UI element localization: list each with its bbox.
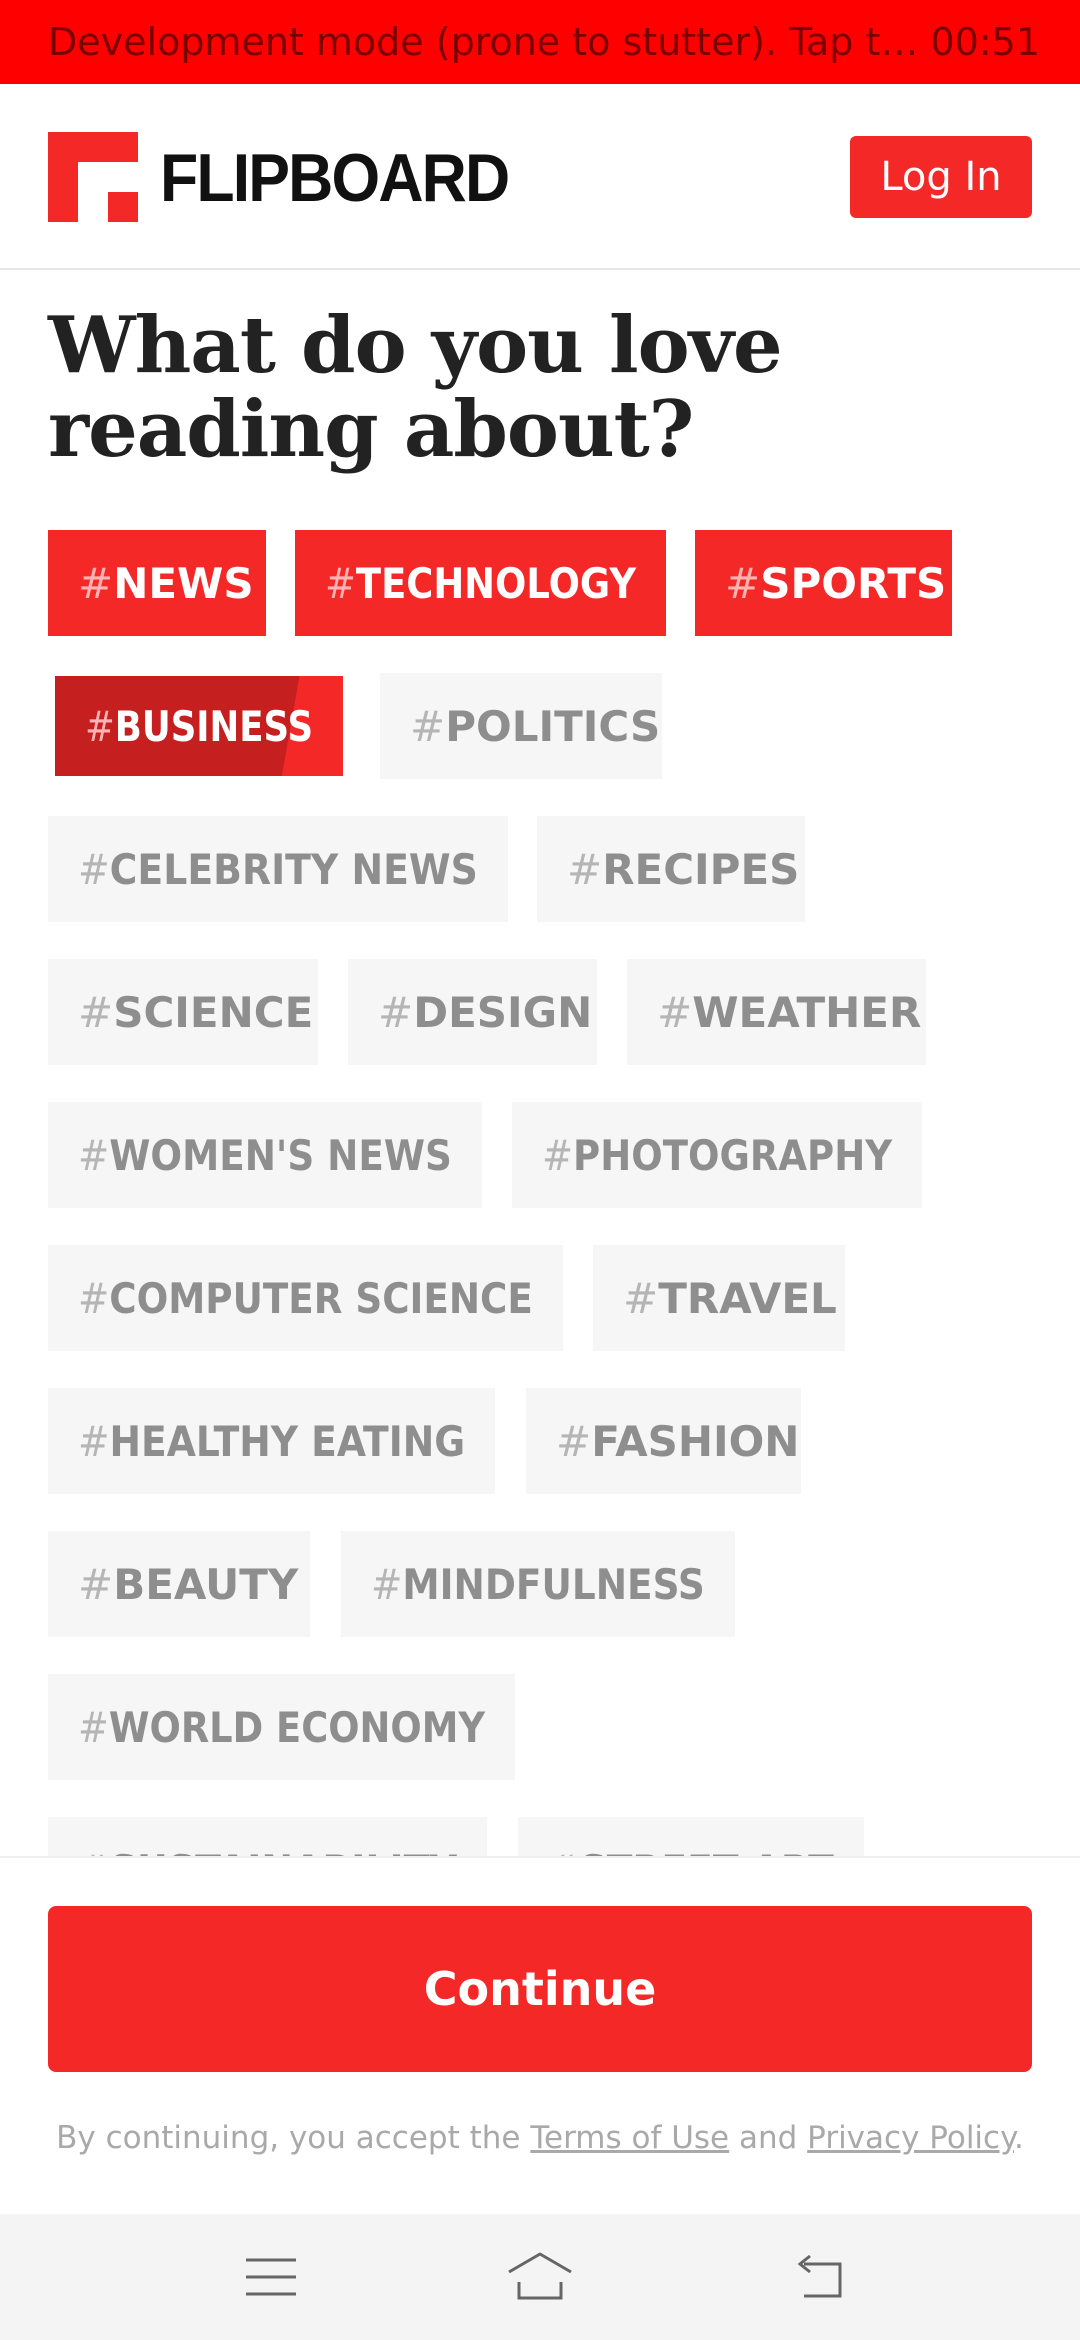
tag-label: POLITICS [445, 701, 661, 751]
tag-label: DESIGN [413, 987, 593, 1037]
tag-world-economy[interactable]: #WORLD ECONOMY [48, 1674, 515, 1780]
tag-label: BUSINESS [114, 701, 314, 751]
tag-computer-science[interactable]: #COMPUTER SCIENCE [48, 1245, 563, 1351]
tag-label: RECIPES [602, 844, 800, 894]
tag-recipes[interactable]: # RECIPES [537, 816, 805, 922]
topic-tag-list: # NEWS #TECHNOLOGY # SPORTS #BUSINESS # POL… [48, 530, 1032, 1856]
tag-travel[interactable]: # TRAVEL [593, 1245, 845, 1351]
legal-notice: By continuing, you accept the Terms of U… [56, 2120, 1024, 2156]
tag-label: TECHNOLOGY [355, 558, 637, 608]
continue-button[interactable]: Continue [48, 1906, 1032, 2072]
tag-design[interactable]: # DESIGN [348, 959, 597, 1065]
tag-weather[interactable]: # WEATHER [627, 959, 926, 1065]
tag-label: SCIENCE [113, 987, 314, 1037]
tag-science[interactable]: # SCIENCE [48, 959, 318, 1065]
tag-label: STREET ART [580, 1846, 834, 1857]
tag-womens-news[interactable]: #WOMEN'S NEWS [48, 1102, 482, 1208]
tag-label: WEATHER [692, 987, 922, 1037]
tag-label: TRAVEL [658, 1273, 837, 1323]
development-mode-bar[interactable]: Development mode (prone to stutter). Tap… [0, 0, 1080, 84]
tag-healthy-eating[interactable]: #HEALTHY EATING [48, 1388, 495, 1494]
tag-news[interactable]: # NEWS [48, 530, 266, 636]
tag-label: NEWS [113, 558, 254, 608]
home-icon[interactable] [505, 2242, 575, 2312]
tag-sustainability[interactable]: #SUSTAINABILITY [48, 1817, 487, 1856]
tag-label: WOMEN'S NEWS [109, 1130, 452, 1180]
tag-sports[interactable]: # SPORTS [695, 530, 952, 636]
tag-label: WORLD ECONOMY [108, 1702, 486, 1752]
tag-label: SUSTAINABILITY [110, 1846, 457, 1857]
system-navigation-bar [0, 2214, 1080, 2340]
menu-icon[interactable] [236, 2242, 306, 2312]
privacy-policy-link[interactable]: Privacy Policy [807, 2120, 1014, 2156]
brand-name: FLIPBOARD [160, 140, 510, 216]
footer: Continue By continuing, you accept the T… [0, 1856, 1080, 2214]
tag-label: PHOTOGRAPHY [573, 1130, 893, 1180]
terms-of-use-link[interactable]: Terms of Use [530, 2120, 729, 2156]
tag-street-art[interactable]: #STREET ART [518, 1817, 864, 1856]
tag-mindfulness[interactable]: #MINDFULNESS [341, 1531, 735, 1637]
tag-celebrity-news[interactable]: #CELEBRITY NEWS [48, 816, 508, 922]
tag-business[interactable]: #BUSINESS [55, 676, 343, 776]
tag-label: SPORTS [760, 558, 947, 608]
page-title: What do you love reading about? [48, 300, 783, 475]
tag-photography[interactable]: #PHOTOGRAPHY [512, 1102, 922, 1208]
tag-label: BEAUTY [113, 1559, 299, 1609]
tag-technology[interactable]: #TECHNOLOGY [295, 530, 666, 636]
tag-label: FASHION [591, 1416, 800, 1466]
login-button[interactable]: Log In [850, 136, 1032, 218]
tag-label: CELEBRITY NEWS [109, 844, 478, 894]
status-time: 00:51 [930, 20, 1040, 64]
app-header: FLIPBOARD Log In [0, 84, 1080, 270]
back-icon[interactable] [788, 2242, 858, 2312]
tag-beauty[interactable]: # BEAUTY [48, 1531, 310, 1637]
tag-politics[interactable]: # POLITICS [380, 673, 662, 779]
dev-mode-message: Development mode (prone to stutter). Tap… [48, 20, 928, 64]
tag-label: HEALTHY EATING [109, 1416, 466, 1466]
flipboard-logo-icon [48, 132, 138, 222]
tag-label: MINDFULNESS [402, 1559, 705, 1609]
tag-fashion[interactable]: # FASHION [526, 1388, 801, 1494]
tag-label: COMPUTER SCIENCE [109, 1273, 533, 1323]
